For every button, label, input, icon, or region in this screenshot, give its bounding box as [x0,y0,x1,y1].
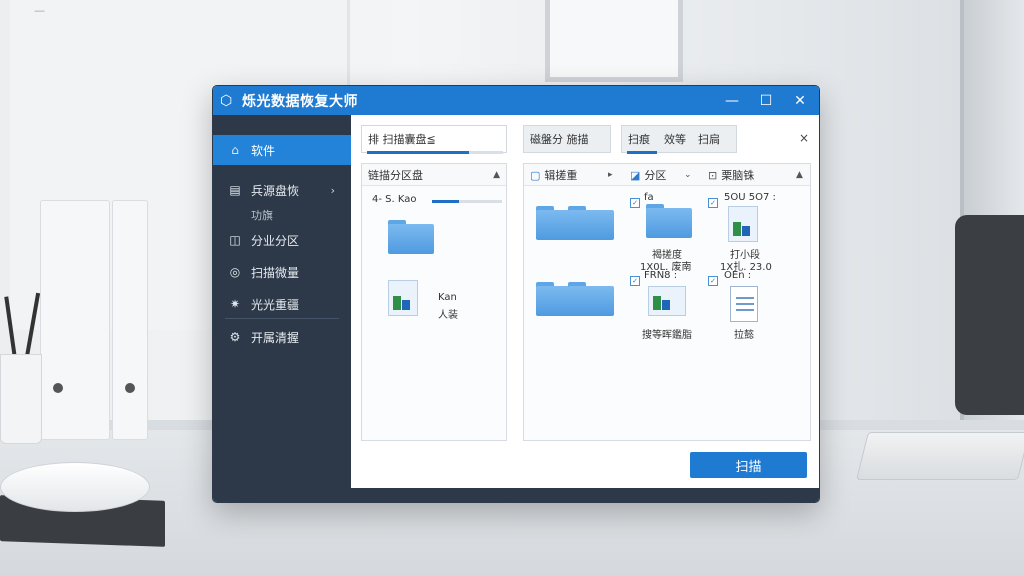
chevron-up-icon[interactable]: ▲ [493,170,500,180]
tab-label: 排 扫描囊盘≦ [368,133,436,146]
tab-label: 扫痕 [628,133,650,146]
background-keyboard [856,432,1024,480]
window-title: 烁光数据恢复大师 [242,93,358,110]
checkbox[interactable]: ✓ [630,276,640,286]
checkbox[interactable]: ✓ [708,276,718,286]
tab-group-scan[interactable]: 扫痕 效等 扫扃 [621,125,737,153]
sidebar-item-label: 软件 [251,143,276,158]
sidebar-item-label: 光光重疆 [251,297,300,312]
sidebar-item-disk-recovery[interactable]: ▤ 兵源盘恢 › [213,175,351,205]
scan-icon: ◎ [229,265,241,279]
column-header-name[interactable]: ▢ 辑搓重 [530,164,577,186]
file-name: 搜等晖鑑脂 [642,330,692,341]
folder-small-icon: ◪ [630,168,641,182]
partition-panel: 链描分区盘 ▲ 4- S. Kao Kan 人装 [361,163,507,441]
panel-header: 链描分区盘 ▲ [362,164,506,186]
column-header-partition[interactable]: ◪ 分区 [630,164,666,186]
sidebar-item-scan[interactable]: ◎ 扫描微量 [213,257,351,287]
scan-progress-bar [367,151,503,154]
sidebar-subitem[interactable]: 功旗 [251,207,273,223]
scan-button[interactable]: 扫描 [690,452,807,478]
sidebar-item-label: 扫描微量 [251,265,300,280]
close-tab-icon[interactable]: × [799,131,809,145]
tab-label: 效等 [664,133,686,146]
partition-usage-bar [432,200,502,203]
home-icon: ⌂ [231,143,239,157]
folder-small-icon: ▢ [530,168,541,182]
partition-row-label: 4- S. Kao [372,194,417,205]
background-chair [955,215,1024,415]
chevron-right-icon: › [330,183,335,197]
file-tag: FRN8 : [644,270,678,281]
column-label: 分区 [644,169,667,182]
folder-icon[interactable] [388,220,434,254]
column-label: 辑搓重 [544,169,578,182]
tab-progress-bar [627,151,657,154]
column-label: 栗脑铢 [721,169,755,182]
folder-icon[interactable] [568,206,614,240]
background-binder [112,200,148,440]
sidebar-item-label: 分业分区 [251,233,300,248]
sidebar-item-software[interactable]: ⌂ 软件 [213,135,358,165]
column-header-size[interactable]: ⊡ 栗脑铢 [708,164,754,186]
disk-icon: ▤ [229,183,241,197]
sidebar-item-label: 兵源盘恢 [251,183,300,198]
sidebar: ⌂ 软件 ▤ 兵源盘恢 › 功旗 ◫ 分业分区 ◎ 扫描微量 ✷ 光光重疆 ⚙ … [213,115,358,502]
partition-icon: ◫ [229,233,241,247]
folder-icon[interactable] [568,282,614,316]
file-browser-panel: ▢ 辑搓重 ▸ ◪ 分区 ⌄ ⊡ 栗脑铢 ▲ ✓ fa 褐搓度 1X0L. 废南… [523,163,811,441]
file-name: 拉懿 [734,330,754,341]
tab-label: 扫扃 [698,133,720,146]
file-tag: 5OU 5O7 : [724,192,776,203]
minimize-button[interactable]: — [715,86,749,115]
checkbox[interactable]: ✓ [708,198,718,208]
main-content: 排 扫描囊盘≦ 磁盤分 施描 扫痕 效等 扫扃 × 链描分区盘 ▲ 4- S. … [351,115,819,488]
sidebar-item-restore[interactable]: ✷ 光光重疆 [213,289,351,319]
sidebar-item-label: 开属清握 [251,330,300,345]
image-file-icon[interactable] [728,206,758,242]
file-tag: OEn : [724,270,752,281]
caret-down-icon[interactable]: ⌄ [684,170,692,180]
document-file-icon[interactable] [730,286,758,322]
folder-icon[interactable] [646,204,692,238]
file-small-icon: ⊡ [708,168,718,182]
sun-icon: ✷ [229,297,241,311]
sidebar-divider [225,318,339,319]
app-logo-icon: ⬡ [220,92,233,109]
tab-disk-partition[interactable]: 磁盤分 施描 [523,125,611,153]
background-picture-frame [545,0,683,82]
status-bar [351,488,819,502]
sidebar-item-partition[interactable]: ◫ 分业分区 [213,225,351,255]
caret-right-icon[interactable]: ▸ [608,170,613,180]
file-label: Kan [438,292,457,303]
app-window: ⬡ 烁光数据恢复大师 — ☐ ✕ ⌂ 软件 ▤ 兵源盘恢 › 功旗 ◫ 分业分区… [212,85,820,503]
image-file-icon[interactable] [388,280,418,316]
checkbox[interactable]: ✓ [630,198,640,208]
background-pen-cup [0,354,42,444]
file-tag: fa [644,192,654,203]
maximize-button[interactable]: ☐ [749,86,783,115]
background-binder [40,200,110,440]
title-bar: ⬡ 烁光数据恢复大师 — ☐ ✕ [213,86,819,115]
sidebar-item-settings[interactable]: ⚙ 开属清握 [213,322,351,352]
close-button[interactable]: ✕ [783,86,817,115]
file-label: 人装 [438,310,458,321]
chevron-up-icon[interactable]: ▲ [796,170,803,180]
settings-icon: ⚙ [229,330,241,344]
panel-title: 链描分区盘 [368,168,423,182]
tab-scan-disk[interactable]: 排 扫描囊盘≦ [361,125,507,153]
background-mouse [0,462,150,512]
whiteboard-note: — [34,4,45,17]
tab-label: 磁盤分 施描 [530,133,589,146]
image-file-icon[interactable] [648,286,686,316]
